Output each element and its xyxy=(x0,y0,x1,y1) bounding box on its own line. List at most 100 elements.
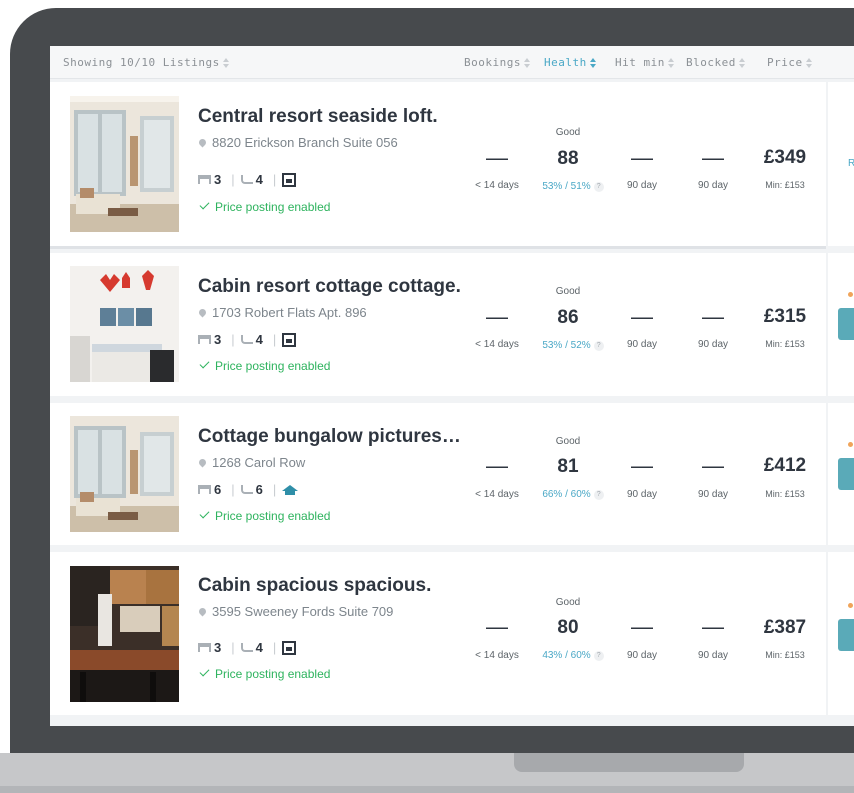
bedroom-count: 3 xyxy=(214,640,222,655)
status-dot xyxy=(848,603,853,608)
check-icon xyxy=(199,666,210,677)
health-percent: 43% / 60%? xyxy=(533,650,613,661)
laptop-base-edge xyxy=(0,786,854,793)
location-pin-icon xyxy=(197,137,208,148)
sort-icon xyxy=(589,58,597,68)
bedroom-count: 6 xyxy=(214,482,222,497)
address-text: 3595 Sweeney Fords Suite 709 xyxy=(212,604,394,619)
listing-photo[interactable] xyxy=(70,266,179,382)
address-text: 1703 Robert Flats Apt. 896 xyxy=(212,305,367,320)
sort-bookings[interactable]: Bookings xyxy=(464,56,531,69)
blocked-value: — xyxy=(702,453,724,478)
sort-icon xyxy=(805,58,813,68)
min-price: Min: £153 xyxy=(765,339,805,349)
health-score: 86 xyxy=(557,307,579,328)
sort-blocked[interactable]: Blocked xyxy=(686,56,746,69)
side-action-button[interactable] xyxy=(838,458,854,490)
listing-price[interactable]: £412 xyxy=(750,455,820,477)
sort-icon xyxy=(738,58,746,68)
listing-amenities: 6 | 6 | xyxy=(198,482,299,497)
listing-title[interactable]: Central resort seaside loft. xyxy=(198,106,438,128)
hit-min-value: — xyxy=(631,614,653,639)
side-action-button[interactable] xyxy=(838,619,854,651)
price-label: Price xyxy=(767,56,803,69)
health-percent: 53% / 52%? xyxy=(533,340,613,351)
health-percent-value: 53% / 52% xyxy=(542,340,591,351)
address-text: 1268 Carol Row xyxy=(212,455,306,470)
listing-amenities: 3 | 4 | xyxy=(198,332,297,347)
listing-price[interactable]: £315 xyxy=(750,306,820,328)
bookings-period: < 14 days xyxy=(475,650,519,661)
sort-price[interactable]: Price xyxy=(767,56,813,69)
sort-icon xyxy=(222,58,230,68)
side-action-button[interactable] xyxy=(838,308,854,340)
health-label: Health xyxy=(544,56,587,69)
blocked-value: — xyxy=(702,145,724,170)
listing-amenities: 3 | 4 | xyxy=(198,172,297,187)
bath-icon xyxy=(240,175,253,184)
sort-icon xyxy=(523,58,531,68)
health-label: Good xyxy=(555,597,581,608)
location-pin-icon xyxy=(197,457,208,468)
hit-min-value: — xyxy=(631,304,653,329)
posting-text: Price posting enabled xyxy=(215,509,331,523)
bookings-period: < 14 days xyxy=(475,339,519,350)
check-icon xyxy=(199,358,210,369)
listing-photo[interactable] xyxy=(70,96,179,232)
help-icon[interactable]: ? xyxy=(593,341,604,351)
laptop-notch xyxy=(514,753,744,772)
sort-hit-min[interactable]: Hit min xyxy=(615,56,675,69)
bookings-value: — xyxy=(486,145,508,170)
listing-amenities: 3 | 4 | xyxy=(198,640,297,655)
health-score: 80 xyxy=(557,617,579,638)
listing-address: 8820 Erickson Branch Suite 056 xyxy=(197,135,398,150)
bedroom-count: 3 xyxy=(214,332,222,347)
bookings-period: < 14 days xyxy=(475,180,519,191)
listing-photo[interactable] xyxy=(70,566,179,702)
help-icon[interactable]: ? xyxy=(593,182,604,192)
side-action-link[interactable]: R xyxy=(848,158,854,169)
blocked-period: 90 day xyxy=(697,489,729,500)
location-pin-icon xyxy=(197,307,208,318)
health-percent: 53% / 51%? xyxy=(533,181,613,192)
health-label: Good xyxy=(555,436,581,447)
help-icon[interactable]: ? xyxy=(593,651,604,661)
price-posting-status: Price posting enabled xyxy=(199,199,331,214)
listing-price[interactable]: £387 xyxy=(750,617,820,639)
health-label: Good xyxy=(555,286,581,297)
address-text: 8820 Erickson Branch Suite 056 xyxy=(212,135,398,150)
check-icon xyxy=(199,199,210,210)
min-price: Min: £153 xyxy=(765,180,805,190)
bath-icon xyxy=(240,643,253,652)
bathroom-count: 4 xyxy=(255,172,263,187)
blocked-period: 90 day xyxy=(697,180,729,191)
sort-health[interactable]: Health xyxy=(544,56,597,69)
posting-text: Price posting enabled xyxy=(215,359,331,373)
bath-icon xyxy=(240,335,253,344)
listing-photo[interactable] xyxy=(70,416,179,532)
listings-count-label: Showing 10/10 Listings xyxy=(63,56,220,69)
min-price: Min: £153 xyxy=(765,650,805,660)
posting-text: Price posting enabled xyxy=(215,667,331,681)
listing-address: 3595 Sweeney Fords Suite 709 xyxy=(197,604,394,619)
blocked-period: 90 day xyxy=(697,650,729,661)
home-icon xyxy=(282,640,297,655)
listing-title[interactable]: Cabin spacious spacious. xyxy=(198,575,431,597)
posting-text: Price posting enabled xyxy=(215,200,331,214)
listing-title[interactable]: Cabin resort cottage cottage. xyxy=(198,276,461,298)
blocked-value: — xyxy=(702,614,724,639)
bookings-value: — xyxy=(486,304,508,329)
blocked-period: 90 day xyxy=(697,339,729,350)
bathroom-count: 4 xyxy=(255,332,263,347)
health-label: Good xyxy=(555,127,581,138)
blocked-label: Blocked xyxy=(686,56,736,69)
bed-icon xyxy=(198,485,211,494)
home-icon xyxy=(282,172,297,187)
listing-title[interactable]: Cottage bungalow pictures… xyxy=(198,426,461,448)
listing-price[interactable]: £349 xyxy=(750,147,820,169)
listings-count-sort[interactable]: Showing 10/10 Listings xyxy=(63,56,230,69)
help-icon[interactable]: ? xyxy=(593,490,604,500)
hit-min-label: Hit min xyxy=(615,56,665,69)
bed-icon xyxy=(198,175,211,184)
home-icon xyxy=(282,484,299,495)
